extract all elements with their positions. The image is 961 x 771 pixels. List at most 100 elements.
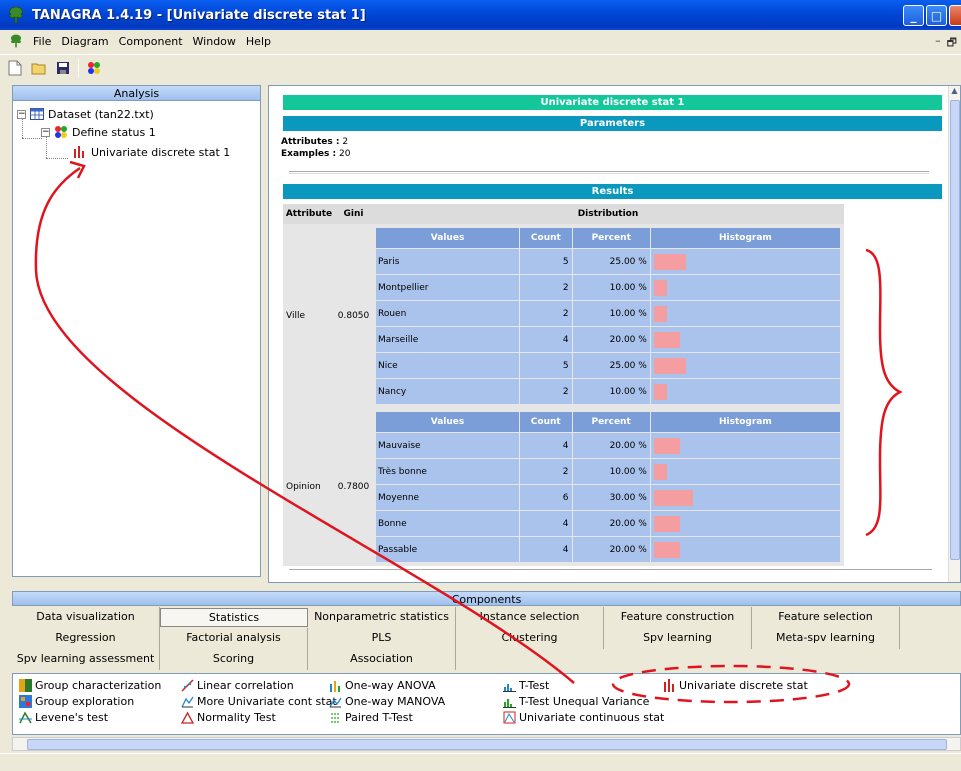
scroll-up-icon[interactable]: ▲ xyxy=(949,86,960,98)
value-cell: Marseille xyxy=(376,327,520,352)
components-list: Group characterization Group exploration L… xyxy=(12,673,961,735)
component-label: Group exploration xyxy=(35,695,135,708)
tab-association[interactable]: Association xyxy=(308,649,456,670)
table-row: Mauvaise 4 20.00 % xyxy=(376,433,840,458)
open-folder-icon[interactable] xyxy=(30,59,48,77)
mdi-restore-button[interactable]: 🗗 xyxy=(947,34,957,53)
histogram-bar xyxy=(653,253,687,270)
tab-feature-construction[interactable]: Feature construction xyxy=(604,607,752,628)
percent-cell: 10.00 % xyxy=(572,459,650,484)
distribution-header: Distribution xyxy=(372,204,844,224)
value-cell: Rouen xyxy=(376,301,520,326)
new-file-icon[interactable] xyxy=(6,59,24,77)
menu-window[interactable]: Window xyxy=(188,35,241,48)
attribute-row: Opinion 0.7800 Values Count Percent Histogram… xyxy=(283,408,844,566)
component-group-characterization-icon xyxy=(19,679,35,692)
tree-node-define-status[interactable]: − Define status 1 xyxy=(41,123,156,141)
tab-instance-selection[interactable]: Instance selection xyxy=(456,607,604,628)
table-row: Moyenne 6 30.00 % xyxy=(376,485,840,510)
values-header: Values xyxy=(376,228,520,248)
close-button[interactable] xyxy=(949,5,961,26)
component-more-univariate-cont-stat[interactable]: More Univariate cont stat xyxy=(181,694,337,709)
tab-factorial-analysis[interactable]: Factorial analysis xyxy=(160,628,308,649)
value-cell: Montpellier xyxy=(376,275,520,300)
collapse-toggle[interactable]: − xyxy=(17,109,26,119)
percent-cell: 25.00 % xyxy=(572,353,650,378)
component-group-exploration-icon xyxy=(19,695,35,708)
component-univariate-continuous-stat[interactable]: Univariate continuous stat xyxy=(503,710,664,725)
component-label: Levene's test xyxy=(35,711,109,724)
table-row: Passable 4 20.00 % xyxy=(376,537,840,562)
distribution-cell: Values Count Percent Histogram Mauvaise 4 20.0… xyxy=(372,408,844,566)
tab-spv-learning[interactable]: Spv learning xyxy=(604,628,752,649)
analysis-panel: Analysis − Dataset (tan22.txt) − Define … xyxy=(12,85,261,577)
tab-statistics[interactable]: Statistics xyxy=(160,608,308,627)
table-row: Nice 5 25.00 % xyxy=(376,353,840,378)
menu-file[interactable]: File xyxy=(28,35,56,48)
save-disk-icon[interactable] xyxy=(54,59,72,77)
tab-regression[interactable]: Regression xyxy=(12,628,160,649)
count-header: Count xyxy=(519,412,572,432)
percent-cell: 20.00 % xyxy=(572,327,650,352)
value-cell: Paris xyxy=(376,249,520,274)
attribute-header: Attribute xyxy=(283,204,335,224)
count-cell: 2 xyxy=(520,301,572,326)
tree-node-dataset[interactable]: − Dataset (tan22.txt) xyxy=(17,105,154,123)
maximize-button[interactable]: □ xyxy=(926,5,947,26)
component-paired-t-test[interactable]: Paired T-Test xyxy=(329,710,413,725)
tab-meta-spv-learning[interactable]: Meta-spv learning xyxy=(752,628,900,649)
tree-node-univariate-discrete-stat[interactable]: Univariate discrete stat 1 xyxy=(73,143,231,161)
minimize-button[interactable]: _ xyxy=(903,5,924,26)
examples-count: Examples : 20 xyxy=(281,149,350,159)
parameters-band: Parameters xyxy=(283,116,942,131)
collapse-toggle[interactable]: − xyxy=(41,127,50,137)
tab-row: Spv learning assessment Scoring Associatio… xyxy=(12,649,961,670)
attributes-label: Attributes : xyxy=(281,137,340,147)
scroll-thumb[interactable] xyxy=(27,739,947,750)
component-t-test-unequal-variance[interactable]: T-Test Unequal Variance xyxy=(503,694,649,709)
component-levene-s-test[interactable]: Levene's test xyxy=(19,710,108,725)
percent-header: Percent xyxy=(572,228,650,248)
component-one-way-manova[interactable]: One-way MANOVA xyxy=(329,694,445,709)
table-row: Bonne 4 20.00 % xyxy=(376,511,840,536)
component-t-test[interactable]: T-Test xyxy=(503,678,549,693)
histogram-bar xyxy=(653,437,680,454)
menu-diagram[interactable]: Diagram xyxy=(56,35,113,48)
component-group-characterization[interactable]: Group characterization xyxy=(19,678,161,693)
menu-component[interactable]: Component xyxy=(114,35,188,48)
component-more-univariate-cont-stat-icon xyxy=(181,695,197,708)
component-linear-correlation[interactable]: Linear correlation xyxy=(181,678,294,693)
tab-data-visualization[interactable]: Data visualization xyxy=(12,607,160,628)
vertical-scrollbar[interactable]: ▲ xyxy=(948,86,960,582)
component-one-way-anova[interactable]: One-way ANOVA xyxy=(329,678,436,693)
scroll-thumb[interactable] xyxy=(950,100,960,560)
count-cell: 6 xyxy=(519,485,572,510)
menu-help[interactable]: Help xyxy=(241,35,276,48)
tab-nonparametric-statistics[interactable]: Nonparametric statistics xyxy=(308,607,456,628)
histogram-cell xyxy=(650,379,840,404)
tab-spv-learning-assessment[interactable]: Spv learning assessment xyxy=(12,649,160,670)
tab-scoring[interactable]: Scoring xyxy=(160,649,308,670)
result-panel: Univariate discrete stat 1 Parameters At… xyxy=(268,85,961,583)
histogram-bar xyxy=(653,279,667,296)
value-cell: Bonne xyxy=(376,511,519,536)
component-normality-test[interactable]: Normality Test xyxy=(181,710,276,725)
histogram-bar xyxy=(653,383,667,400)
component-one-way-manova-icon xyxy=(329,695,345,708)
table-row: Très bonne 2 10.00 % xyxy=(376,459,840,484)
component-label: One-way MANOVA xyxy=(345,695,446,708)
histogram-cell xyxy=(650,353,840,378)
gini-header: Gini xyxy=(335,204,372,224)
status-bar xyxy=(0,753,961,771)
component-group-exploration[interactable]: Group exploration xyxy=(19,694,134,709)
tanagra-tree-icon[interactable] xyxy=(8,33,24,49)
tab-feature-selection[interactable]: Feature selection xyxy=(752,607,900,628)
histogram-bar xyxy=(653,541,680,558)
execute-icon[interactable] xyxy=(85,59,103,77)
mdi-minimize-button[interactable]: – xyxy=(935,34,941,53)
value-cell: Passable xyxy=(376,537,519,562)
tab-clustering[interactable]: Clustering xyxy=(456,628,604,649)
horizontal-scrollbar[interactable] xyxy=(12,737,961,751)
component-univariate-discrete-stat[interactable]: Univariate discrete stat xyxy=(663,678,808,693)
tab-pls[interactable]: PLS xyxy=(308,628,456,649)
